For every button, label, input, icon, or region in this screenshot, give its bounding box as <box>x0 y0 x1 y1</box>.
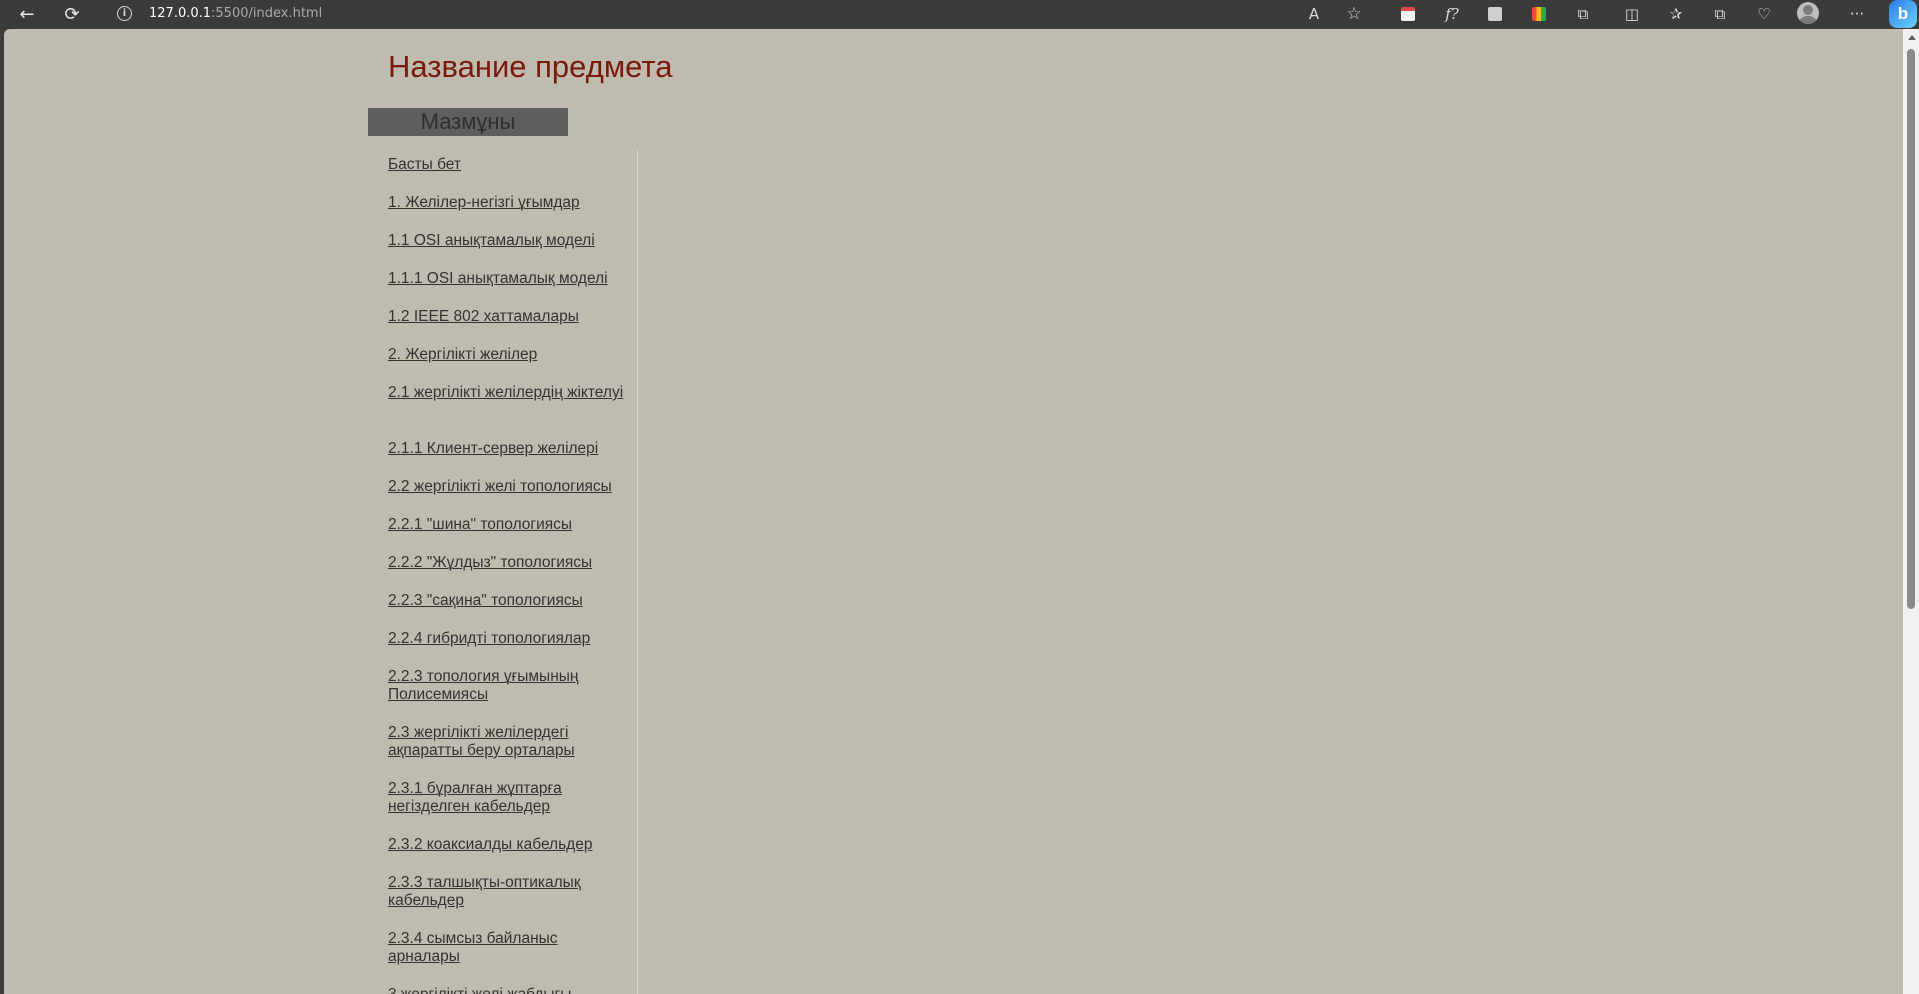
calendar-extension-icon[interactable] <box>1396 3 1420 25</box>
url-host: 127.0.0.1 <box>149 6 212 21</box>
reload-icon[interactable]: ⟳ <box>59 2 85 26</box>
toc-link[interactable]: 2.3.1 бұралған жұптарға негізделген кабе… <box>388 780 628 816</box>
scrollbar-thumb[interactable] <box>1907 49 1915 609</box>
more-menu-icon[interactable]: ··· <box>1845 3 1869 25</box>
split-screen-icon[interactable]: ◫ <box>1620 3 1644 25</box>
favorite-star-icon[interactable]: ☆ <box>1342 3 1366 25</box>
toc-link[interactable]: 2.1.1 Клиент-сервер желілері <box>388 440 628 458</box>
site-info-icon[interactable]: i <box>117 6 132 21</box>
favorites-icon[interactable]: ✰ <box>1664 3 1688 25</box>
toc-link[interactable]: 1.1 OSI анықтамалық моделі <box>388 232 628 250</box>
scroll-up-arrow-icon[interactable] <box>1908 35 1916 40</box>
url-path: :5500/index.html <box>211 6 323 21</box>
toc-link[interactable]: 2.2.2 "Жұлдыз" топологиясы <box>388 554 628 572</box>
toc-link[interactable]: 1.2 IEEE 802 хаттамалары <box>388 308 628 326</box>
toc-link[interactable]: 2.2.1 "шина" топологиясы <box>388 516 628 534</box>
browser-toolbar: ← ⟳ i 127.0.0.1:5500/index.html A ☆ f? ⧉… <box>0 0 1919 29</box>
image-extension-icon[interactable] <box>1483 3 1507 25</box>
back-icon[interactable]: ← <box>14 2 40 26</box>
toc-link[interactable]: 2.3.2 коаксиалды кабельдер <box>388 836 628 854</box>
page-viewport: Название предмета Мазмұны Басты бет 1. Ж… <box>4 29 1903 994</box>
toc-link[interactable]: 1. Желілер-негізгі ұғымдар <box>388 194 628 212</box>
toc-link[interactable]: 2.3.3 талшықты-оптикалық кабельдер <box>388 874 628 910</box>
toc-link[interactable]: Басты бет <box>388 156 628 174</box>
sidebar-divider <box>637 150 638 994</box>
toc-link[interactable]: 2.3.4 сымсыз байланыс арналары <box>388 930 628 966</box>
toc-link[interactable]: 1.1.1 OSI анықтамалық моделі <box>388 270 628 288</box>
toc-link[interactable]: 3 жергілікті желі жабдығы <box>388 986 628 994</box>
toc-link[interactable]: 2.2 жергілікті желі топологиясы <box>388 478 628 496</box>
color-extension-icon[interactable] <box>1527 3 1551 25</box>
vertical-scrollbar[interactable] <box>1903 29 1919 994</box>
profile-avatar[interactable] <box>1797 2 1819 24</box>
toc-link[interactable]: 2.3 жергілікті желілердегі ақпаратты бер… <box>388 724 628 760</box>
contents-header: Мазмұны <box>368 108 568 136</box>
fx-extension-icon[interactable]: f? <box>1440 3 1464 25</box>
page-title: Название предмета <box>388 49 673 84</box>
toc-link[interactable]: 2.2.4 гибридті топологиялар <box>388 630 628 648</box>
toc-link[interactable]: 2.2.3 "сақина" топологиясы <box>388 592 628 610</box>
read-aloud-icon[interactable]: A <box>1302 3 1326 25</box>
collections-icon[interactable]: ⧉ <box>1708 3 1732 25</box>
extensions-puzzle-icon[interactable]: ⧉ <box>1571 3 1595 25</box>
url-text[interactable]: 127.0.0.1:5500/index.html <box>149 6 322 21</box>
copilot-icon[interactable]: b <box>1889 0 1917 28</box>
toc-link[interactable]: 2.1 жергілікті желілердің жіктелуі <box>388 384 628 402</box>
toc-link[interactable]: 2. Жергілікті желілер <box>388 346 628 364</box>
browser-essentials-icon[interactable]: ♡ <box>1752 3 1776 25</box>
toc-link[interactable]: 2.2.3 топология ұғымының Полисемиясы <box>388 668 628 704</box>
